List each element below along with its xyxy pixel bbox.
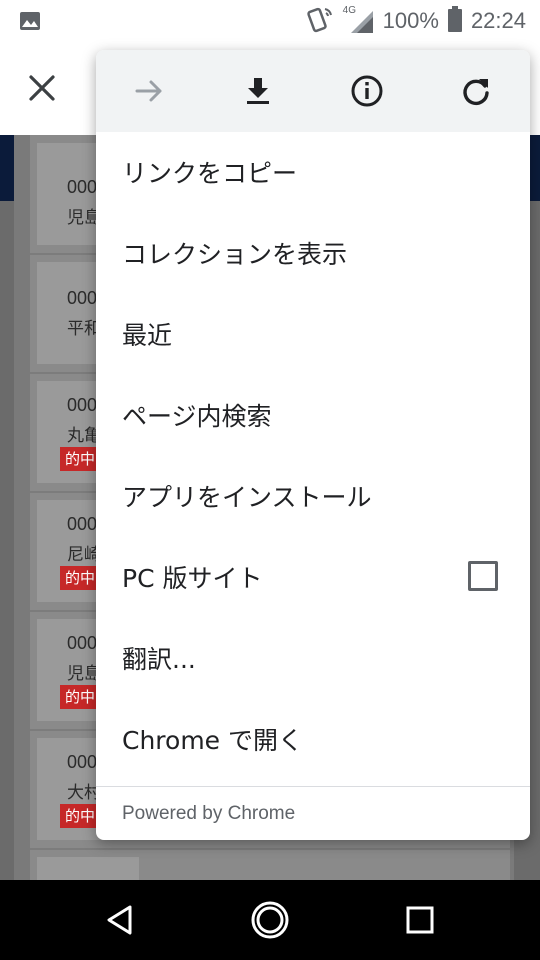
info-icon[interactable] — [347, 71, 387, 111]
arrow-forward-icon[interactable] — [129, 71, 169, 111]
gallery-notification-icon — [18, 9, 42, 33]
menu-item-translate[interactable]: 翻訳... — [96, 618, 530, 698]
menu-item-label: 最近 — [122, 321, 173, 350]
list-item-code: 000 — [67, 752, 98, 772]
menu-item-label: ページ内検索 — [122, 402, 272, 431]
menu-item-desktop-site[interactable]: PC 版サイト — [96, 537, 530, 617]
list-item-code: 000 — [67, 288, 98, 308]
menu-footer: Powered by Chrome — [122, 803, 296, 824]
list-item-code: 000 — [67, 395, 98, 415]
battery-percent: 100% — [382, 8, 439, 33]
reload-icon[interactable] — [456, 71, 496, 111]
menu-item-label: リンクをコピー — [122, 159, 298, 188]
menu-item-view-collections[interactable]: コレクションを表示 — [96, 213, 530, 293]
menu-item-label: コレクションを表示 — [122, 240, 348, 269]
navigation-bar — [0, 880, 540, 960]
hit-badge: 的中 — [60, 566, 100, 590]
list-item-code: 000 — [67, 514, 98, 534]
hit-badge: 的中 — [60, 685, 100, 709]
desktop-site-checkbox[interactable] — [468, 561, 498, 591]
hit-badge: 的中 — [60, 804, 100, 828]
menu-item-copy-link[interactable]: リンクをコピー — [96, 132, 530, 212]
signal-icon: 4G — [343, 5, 375, 35]
list-item-code: 000 — [67, 177, 98, 197]
menu-item-label: 翻訳... — [122, 645, 196, 674]
menu-icon-row — [96, 50, 530, 132]
status-indicators: 4G 100% 22:24 — [305, 5, 526, 37]
clock: 22:24 — [470, 8, 526, 33]
overflow-menu: リンクをコピー コレクションを表示 最近 ページ内検索 アプリをインストール P… — [96, 50, 530, 840]
menu-item-label: PC 版サイト — [122, 564, 263, 593]
menu-item-open-in-chrome[interactable]: Chrome で開く — [96, 699, 530, 779]
list-item[interactable] — [37, 857, 139, 880]
menu-divider — [96, 786, 530, 787]
menu-item-recent[interactable]: 最近 — [96, 294, 530, 374]
back-icon[interactable] — [98, 898, 142, 942]
menu-item-install-app[interactable]: アプリをインストール — [96, 456, 530, 536]
list-item-code: 000 — [67, 633, 98, 653]
status-bar: 4G 100% 22:24 — [0, 0, 540, 42]
row-divider — [30, 848, 510, 850]
vibrate-icon — [305, 5, 335, 37]
recents-icon[interactable] — [398, 898, 442, 942]
close-icon[interactable] — [22, 68, 62, 108]
menu-item-find-in-page[interactable]: ページ内検索 — [96, 375, 530, 455]
home-icon[interactable] — [248, 898, 292, 942]
download-icon[interactable] — [238, 71, 278, 111]
menu-item-label: アプリをインストール — [122, 483, 372, 512]
battery-icon — [447, 5, 463, 37]
hit-badge: 的中 — [60, 447, 100, 471]
menu-item-label: Chrome で開く — [122, 726, 304, 755]
